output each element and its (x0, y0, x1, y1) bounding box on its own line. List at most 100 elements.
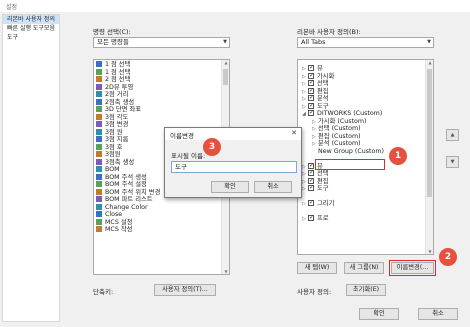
tree-label: 선택 (317, 170, 329, 177)
scroll-down-icon[interactable]: ▼ (222, 269, 229, 274)
tab-visible-checkbox[interactable] (308, 87, 314, 94)
command-icon (96, 128, 102, 135)
ribbon-tree-scrollbar[interactable]: ▲ ▼ (425, 60, 433, 254)
ribbon-tree-tab[interactable]: ▷도구 (302, 102, 433, 111)
ribbon-tree-group[interactable]: ▷ 분석 (Custom) (302, 140, 433, 148)
tree-label: 분석 (317, 95, 329, 102)
tab-visible-checkbox[interactable] (308, 214, 314, 222)
window-titlebar: 설정 (0, 0, 470, 12)
new-tab-button[interactable]: 새 탭(W) (297, 262, 337, 274)
command-icon (96, 203, 102, 210)
ribbon-tree-tab[interactable]: ▷선택 (302, 79, 433, 88)
command-label: 3점원 (105, 151, 121, 158)
command-item[interactable]: 2 점 선택 (96, 76, 229, 84)
display-name-input[interactable]: 도구 (171, 161, 297, 173)
command-item[interactable]: 1 점 선택 (96, 61, 229, 69)
command-item[interactable]: 2점 거리 (96, 91, 229, 99)
tree-label: 선택 (Custom) (318, 125, 361, 132)
ribbon-tree-tab[interactable]: ▷프로 (302, 214, 433, 223)
command-icon (96, 113, 102, 120)
ribbon-tree-tab[interactable]: ▷도구 (302, 184, 433, 193)
command-item[interactable]: 3점 각도 (96, 113, 229, 122)
tree-label: 그리기 (317, 200, 335, 207)
nav-item-quick-access[interactable]: 빠른 실행 도구모음 (3, 24, 59, 33)
tab-visible-checkbox[interactable] (308, 177, 314, 184)
ribbon-tree[interactable]: ▷뷰▷가시화▷선택▷편집▷분석▷도구◢DITWORKS (Custom)▷가시화… (297, 59, 434, 255)
user-defined-label: 사용자 정의: (297, 288, 332, 296)
scroll-thumb[interactable] (427, 69, 432, 197)
scroll-up-icon[interactable]: ▲ (222, 60, 229, 65)
command-item[interactable]: MCS 설정 (96, 218, 229, 227)
ribbon-tree-tab[interactable]: ▷편집 (302, 177, 433, 186)
ribbon-tree-tab[interactable]: ▷가시화 (302, 72, 433, 81)
chevron-down-icon: ▼ (427, 39, 431, 45)
rename-dialog-titlebar: 이름변경 ✕ (165, 128, 301, 140)
tab-visible-checkbox[interactable] (308, 162, 314, 169)
ribbon-tree-group[interactable]: ▷ 선택 (Custom) (302, 125, 433, 133)
command-label: BOM (105, 166, 120, 173)
tab-visible-checkbox[interactable] (308, 64, 314, 72)
nav-item-ribbon-customize[interactable]: 리본바 사용자 정의 (3, 15, 59, 24)
rename-dialog-title: 이름변경 (170, 132, 194, 140)
customize-shortcut-button[interactable]: 사용자 정의(T)... (154, 284, 216, 296)
step-badge-2: 2 (439, 248, 457, 266)
ribbon-tree-tab[interactable]: ◢DITWORKS (Custom) (302, 109, 433, 118)
ok-button[interactable]: 확인 (359, 308, 399, 320)
ribbon-tree-group[interactable]: New Group (Custom) (302, 148, 433, 156)
ribbon-tree-tab[interactable]: ▷뷰 (302, 64, 433, 73)
tab-visible-checkbox[interactable] (308, 79, 314, 87)
tab-filter-value: All Tabs (301, 38, 326, 46)
cancel-button[interactable]: 취소 (418, 308, 458, 320)
command-label: 3점 호 (105, 143, 123, 151)
command-item[interactable]: 1 점 선택 (96, 68, 229, 77)
command-icon (96, 226, 102, 232)
ribbon-tree-tab[interactable] (302, 208, 433, 216)
command-item[interactable]: 3D 단면 좌표 (96, 106, 229, 114)
command-icon (96, 136, 102, 142)
tab-visible-checkbox[interactable] (308, 109, 314, 117)
tab-visible-checkbox[interactable] (308, 102, 314, 109)
command-label: 2D뷰 투영 (105, 83, 134, 91)
tab-visible-checkbox[interactable] (308, 94, 314, 102)
move-up-button[interactable]: ▲ (446, 129, 459, 141)
command-label: BOM 주석 설정 (105, 181, 147, 188)
ribbon-tree-tab[interactable] (302, 193, 433, 201)
tab-visible-checkbox[interactable] (308, 72, 314, 79)
reset-button[interactable]: 초기화(E) (346, 284, 386, 296)
command-item[interactable]: 2점축 생성 (96, 98, 229, 107)
ribbon-tree-group[interactable]: ▷ 편집 (Custom) (302, 133, 433, 141)
scroll-thumb[interactable] (223, 69, 228, 85)
command-item[interactable]: Close (96, 211, 229, 219)
scroll-down-icon[interactable]: ▼ (426, 249, 433, 254)
command-item[interactable]: Change Color (96, 203, 229, 212)
dialog-cancel-button[interactable]: 취소 (254, 181, 292, 193)
tab-visible-checkbox[interactable] (308, 169, 314, 177)
tree-label: DITWORKS (Custom) (317, 110, 383, 117)
ribbon-tree-tab[interactable]: ▷그리기 (302, 199, 433, 208)
dialog-ok-button[interactable]: 확인 (211, 181, 249, 193)
command-category-select[interactable]: 모든 명령들 ▼ (93, 37, 230, 48)
ribbon-tree-tab[interactable]: ▷분석 (302, 94, 433, 103)
tree-label: 분석 (Custom) (318, 140, 361, 147)
command-item[interactable]: 2D뷰 투영 (96, 83, 229, 92)
tab-filter-select[interactable]: All Tabs ▼ (297, 37, 434, 48)
move-down-button[interactable]: ▼ (446, 156, 459, 168)
ribbon-customize-label: 리본바 사용자 정의(B): (297, 28, 361, 36)
ribbon-tree-tab[interactable]: ▷편집 (302, 87, 433, 96)
command-icon (96, 196, 102, 202)
shortcut-label: 단축키: (93, 288, 114, 296)
scroll-up-icon[interactable]: ▲ (426, 60, 433, 65)
command-icon (96, 61, 102, 67)
close-icon[interactable]: ✕ (291, 129, 297, 137)
new-group-button[interactable]: 새 그룹(N) (344, 262, 384, 274)
tab-visible-checkbox[interactable] (308, 199, 314, 207)
tab-visible-checkbox[interactable] (308, 184, 314, 192)
command-icon (96, 173, 102, 180)
nav-item-tools[interactable]: 도구 (3, 33, 59, 42)
ribbon-tree-tab[interactable]: ▷선택 (302, 169, 433, 178)
highlight-new-group (315, 159, 385, 170)
ribbon-tree-group[interactable]: ▷ 가시화 (Custom) (302, 118, 433, 126)
command-item[interactable]: MCS 작성 (96, 226, 229, 234)
tree-label: 편집 (317, 87, 329, 95)
tree-label: 가시화 (Custom) (318, 117, 367, 125)
